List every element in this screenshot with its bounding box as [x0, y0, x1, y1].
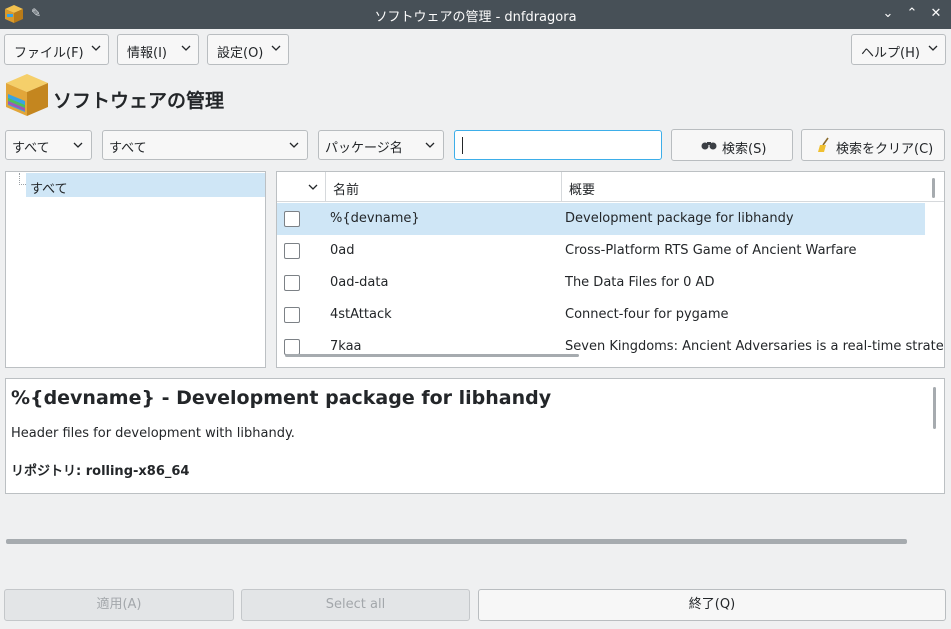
group-tree[interactable]: すべて	[5, 171, 266, 368]
quit-button[interactable]: 終了(Q)	[478, 589, 946, 621]
minimize-button[interactable]: ⌄	[880, 6, 896, 22]
name-column-label: 名前	[333, 183, 360, 198]
menu-help[interactable]: ヘルプ(H)	[851, 34, 946, 65]
chevron-down-icon	[425, 142, 435, 148]
chevron-down-icon	[73, 142, 83, 148]
menu-info[interactable]: 情報(I)	[117, 34, 199, 65]
table-row[interactable]: 0ad Cross-Platform RTS Game of Ancient W…	[277, 235, 925, 267]
summary-column-label: 概要	[569, 183, 596, 198]
text-caret	[462, 137, 463, 154]
window-title: ソフトウェアの管理 - dnfdragora	[374, 10, 577, 25]
tree-branch-line	[19, 173, 26, 185]
package-name: 4stAttack	[330, 307, 392, 322]
table-row[interactable]: 0ad-data The Data Files for 0 AD	[277, 267, 925, 299]
package-summary: The Data Files for 0 AD	[565, 275, 715, 290]
detail-repository: リポジトリ: rolling-x86_64	[11, 464, 190, 479]
package-name: 7kaa	[330, 339, 362, 354]
chevron-down-icon	[308, 184, 318, 190]
clear-search-button[interactable]: 検索をクリア(C)	[801, 129, 945, 161]
search-field-select[interactable]: パッケージ名	[318, 130, 444, 160]
search-button[interactable]: 検索(S)	[671, 129, 793, 161]
select-all-button[interactable]: Select all	[241, 589, 470, 621]
table-row[interactable]: 4stAttack Connect-four for pygame	[277, 299, 925, 331]
detail-vertical-scrollbar[interactable]	[933, 387, 936, 429]
detail-title: %{devname} - Development package for lib…	[11, 387, 552, 409]
name-column-header[interactable]: 名前	[326, 172, 562, 202]
apply-button[interactable]: 適用(A)	[4, 589, 234, 621]
summary-column-header[interactable]: 概要	[562, 172, 944, 202]
maximize-button[interactable]: ⌃	[904, 6, 920, 22]
close-button[interactable]: ✕	[928, 6, 944, 22]
package-name: 0ad-data	[330, 275, 389, 290]
group-filter-value: すべて	[109, 141, 147, 156]
search-input[interactable]	[454, 130, 662, 160]
package-summary: Connect-four for pygame	[565, 307, 729, 322]
package-name: %{devname}	[330, 211, 420, 226]
group-filter-select[interactable]: すべて	[102, 130, 308, 160]
dnfdragora-logo-icon	[6, 74, 48, 116]
search-button-label: 検索(S)	[722, 142, 767, 157]
row-checkbox[interactable]	[284, 243, 300, 259]
menu-info-label: 情報(I)	[127, 46, 167, 61]
page-title: ソフトウェアの管理	[53, 90, 225, 112]
row-checkbox[interactable]	[284, 307, 300, 323]
menu-settings-label: 設定(O)	[217, 46, 264, 61]
row-checkbox[interactable]	[284, 211, 300, 227]
detail-description: Header files for development with libhan…	[11, 426, 295, 441]
package-detail-pane: %{devname} - Development package for lib…	[5, 378, 945, 494]
broom-icon	[818, 137, 829, 152]
status-filter-value: すべて	[12, 141, 50, 156]
title-bar: ✎ ソフトウェアの管理 - dnfdragora ⌄ ⌃ ✕	[0, 0, 951, 29]
package-table[interactable]: 名前 概要 %{devname} Development package for…	[276, 171, 945, 368]
row-checkbox[interactable]	[284, 275, 300, 291]
package-summary: Seven Kingdoms: Ancient Adversaries is a…	[565, 339, 945, 354]
menu-file[interactable]: ファイル(F)	[4, 34, 109, 65]
chevron-down-icon	[271, 45, 281, 51]
table-row[interactable]: %{devname} Development package for libha…	[277, 203, 925, 235]
package-summary: Development package for libhandy	[565, 211, 794, 226]
chevron-down-icon	[181, 45, 191, 51]
status-filter-select[interactable]: すべて	[5, 130, 92, 160]
table-horizontal-scrollbar[interactable]	[285, 354, 579, 357]
table-row[interactable]: 7kaa Seven Kingdoms: Ancient Adversaries…	[277, 331, 944, 363]
package-summary: Cross-Platform RTS Game of Ancient Warfa…	[565, 243, 857, 258]
select-column-header[interactable]	[277, 172, 326, 202]
tree-item-label: すべて	[30, 182, 68, 197]
chevron-down-icon	[928, 45, 938, 51]
menu-settings[interactable]: 設定(O)	[207, 34, 289, 65]
search-field-value: パッケージ名	[325, 141, 403, 156]
row-checkbox[interactable]	[284, 339, 300, 355]
binoculars-icon	[701, 142, 717, 150]
chevron-down-icon	[91, 45, 101, 51]
menu-help-label: ヘルプ(H)	[861, 46, 920, 61]
table-vertical-scrollbar[interactable]	[932, 178, 935, 198]
tree-item-all[interactable]: すべて	[26, 173, 265, 197]
clear-search-button-label: 検索をクリア(C)	[836, 142, 934, 157]
chevron-down-icon	[289, 142, 299, 148]
package-name: 0ad	[330, 243, 355, 258]
menu-file-label: ファイル(F)	[14, 46, 84, 61]
window-horizontal-scrollbar[interactable]	[6, 539, 907, 544]
